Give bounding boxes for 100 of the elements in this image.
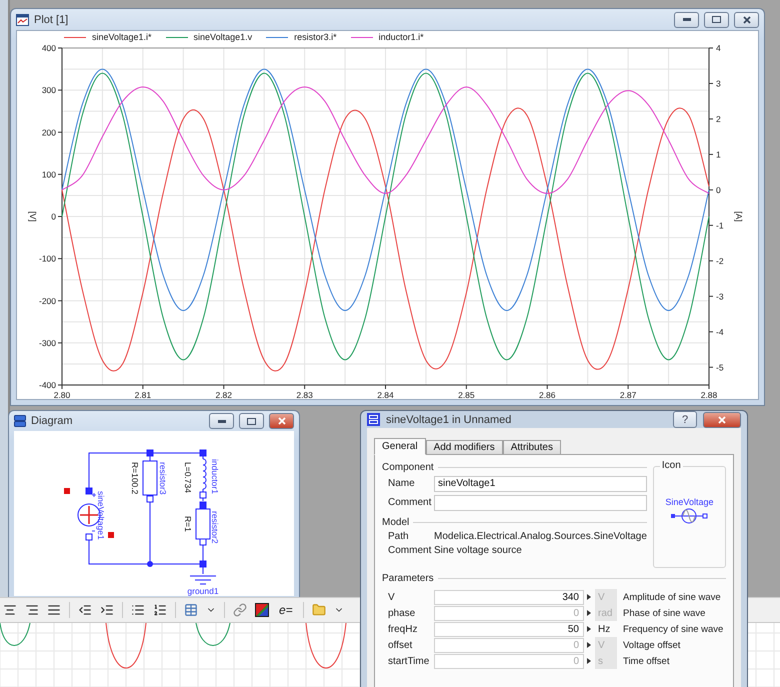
axis-tick-label: 2.81 — [134, 390, 152, 398]
axis-tick-label: 2.82 — [215, 390, 232, 398]
input-field[interactable]: 50 — [434, 622, 584, 636]
field-label: Name — [388, 478, 416, 489]
close-button[interactable] — [703, 412, 741, 428]
icon-preview-label: SineVoltage — [665, 497, 714, 507]
outdent-icon[interactable] — [78, 603, 92, 617]
axis-tick-label: 2.86 — [538, 390, 556, 398]
axis-tick-label: 0 — [51, 212, 56, 222]
tab[interactable]: Attributes — [502, 440, 561, 455]
field-label: Comment — [388, 497, 432, 508]
parameter-name: phase — [388, 608, 416, 618]
minimize-icon — [682, 18, 690, 21]
close-button[interactable] — [269, 413, 294, 429]
parameter-description: Frequency of sine wave — [622, 624, 724, 634]
align-center-icon[interactable] — [3, 603, 17, 617]
parameter-description: Time offset — [622, 656, 670, 666]
bullet-list-icon[interactable] — [131, 603, 145, 617]
component-label: sineVoltage1 — [96, 491, 106, 540]
legend-item: sineVoltage1.i* — [64, 32, 152, 42]
field-label: Comment — [388, 544, 432, 556]
axis-tick-label: -200 — [38, 296, 56, 306]
close-icon — [742, 16, 750, 24]
axis-tick-label: 0 — [716, 184, 721, 195]
close-icon — [278, 417, 286, 425]
axis-tick-label: 3 — [716, 78, 721, 88]
input-field[interactable]: sineVoltage1 — [434, 476, 647, 492]
field-value: Modelica.Electrical.Analog.Sources.SineVoltage — [434, 530, 647, 542]
input-field[interactable] — [434, 494, 647, 510]
axis-tick-label: 200 — [42, 127, 56, 138]
tab[interactable]: Add modifiers — [426, 440, 503, 455]
unit-label: rad — [595, 605, 617, 621]
minimize-button[interactable] — [674, 12, 699, 28]
arrow-icon — [587, 642, 592, 648]
unit-label: s — [595, 653, 617, 669]
field-value: Sine voltage source — [434, 544, 523, 556]
axis-tick-label: 2.84 — [377, 390, 394, 398]
parameter-description: Amplitude of sine wave — [622, 592, 722, 602]
input-field[interactable]: 340 — [434, 590, 584, 604]
component-label: resistor2 — [210, 511, 220, 544]
axis-tick-label: 2 — [716, 114, 721, 124]
axis-tick-label: 2.83 — [296, 390, 313, 398]
color-icon[interactable] — [255, 603, 269, 617]
table-icon[interactable] — [184, 603, 198, 617]
axis-tick-label: -4 — [716, 326, 724, 337]
axis-tick-label: -400 — [38, 380, 56, 390]
tab[interactable]: General — [374, 438, 426, 455]
maximize-icon — [247, 418, 256, 424]
align-right-icon[interactable] — [25, 603, 39, 617]
axis-tick-label: -5 — [716, 362, 724, 372]
parameter-description: Voltage offset — [622, 640, 682, 650]
axis-tick-label: 300 — [42, 85, 56, 96]
arrow-icon — [587, 626, 592, 632]
link-icon[interactable] — [233, 603, 247, 617]
help-button[interactable]: ? — [673, 411, 697, 428]
section-heading: Component — [382, 462, 434, 472]
axis-tick-label: -2 — [716, 256, 724, 266]
component-label: resistor3 — [158, 462, 168, 495]
plot-window-icon — [16, 14, 29, 26]
minimize-button[interactable] — [209, 413, 234, 429]
arrow-icon — [587, 610, 592, 616]
indent-icon[interactable] — [100, 603, 114, 617]
maximize-button[interactable] — [704, 12, 729, 28]
parameter-name: startTime — [388, 656, 430, 666]
parameter-description: Phase of sine wave — [622, 608, 706, 618]
minimize-icon — [218, 420, 226, 422]
selection-handle[interactable] — [108, 532, 114, 538]
dialog-icon — [367, 413, 380, 426]
axis-tick-label: 100 — [42, 169, 56, 180]
field-label: Path — [388, 530, 410, 542]
axis-tick-label: 1 — [716, 149, 721, 160]
diagram-window-icon — [14, 415, 26, 427]
close-icon — [718, 416, 726, 424]
axis-tick-label: 4 — [716, 43, 721, 53]
window-title: Diagram — [31, 415, 74, 427]
section-heading: Model — [382, 516, 410, 528]
component-value: L=0.734 — [183, 462, 193, 493]
axis-tick-label: -100 — [38, 254, 56, 264]
maximize-icon — [712, 16, 721, 23]
maximize-button[interactable] — [239, 413, 264, 429]
unit-label: Hz — [597, 622, 612, 636]
section-heading: Parameters — [382, 572, 434, 584]
axis-tick-label: -300 — [38, 338, 56, 348]
selection-handle[interactable] — [64, 488, 70, 494]
section-heading: Icon — [660, 460, 683, 471]
parameter-name: V — [388, 592, 396, 602]
equation-button[interactable]: e= — [277, 603, 295, 617]
unit-label: V — [595, 637, 617, 653]
axis-tick-label: -3 — [716, 291, 724, 302]
close-button[interactable] — [734, 12, 759, 28]
unit-label: V — [595, 589, 617, 605]
axis-title: [A] — [734, 211, 744, 222]
axis-tick-label: 2.88 — [700, 390, 718, 398]
numbered-list-icon[interactable] — [153, 603, 167, 617]
axis-tick-label: -1 — [716, 220, 724, 230]
axis-title: [V] — [28, 211, 38, 222]
justify-icon[interactable] — [47, 603, 61, 617]
legend-item: inductor1.i* — [350, 32, 424, 42]
sine-source-icon — [670, 507, 708, 525]
axis-tick-label: 2.87 — [620, 390, 636, 398]
